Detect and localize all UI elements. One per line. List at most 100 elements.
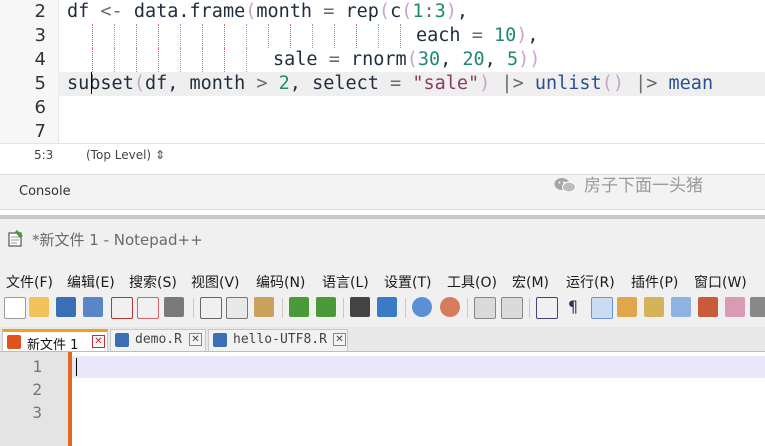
tab-demo-r[interactable]: demo.R ✕	[110, 329, 206, 351]
menu-edit[interactable]: 编辑(E)	[67, 272, 115, 292]
open-folder-icon[interactable]	[29, 297, 49, 317]
doc-list-icon[interactable]	[671, 297, 691, 317]
menu-run[interactable]: 运行(R)	[566, 272, 615, 292]
redo-icon[interactable]	[316, 297, 336, 317]
code-token: ,	[440, 49, 463, 70]
word-wrap-icon[interactable]	[536, 297, 558, 319]
line-number: 3	[32, 403, 42, 422]
code-token: ,	[167, 73, 190, 94]
watermark: 房子下面一头猪	[554, 171, 703, 196]
tab-hello-utf8-r[interactable]: hello-UTF8.R ✕	[208, 329, 348, 351]
cursor-position: 5:3	[34, 148, 54, 162]
line-number: 7	[34, 121, 46, 142]
notepad-editor[interactable]: 1 2 3	[0, 352, 765, 446]
menu-bar: 文件(F) 编辑(E) 搜索(S) 视图(V) 编码(N) 语言(L) 设置(T…	[0, 269, 765, 293]
tab-close-icon[interactable]: ✕	[189, 333, 202, 346]
code-token: rep	[345, 1, 379, 22]
paste-icon[interactable]	[254, 297, 274, 317]
code-token: 10	[493, 25, 517, 46]
print-icon[interactable]	[164, 297, 184, 317]
indent-guide-icon[interactable]	[591, 297, 613, 319]
saved-file-icon	[213, 333, 227, 347]
line-number: 4	[34, 49, 46, 70]
wechat-icon	[554, 177, 576, 193]
code-line-2[interactable]: df <- data.frame(month = rep(c(1:3),	[67, 0, 468, 24]
menu-plugins[interactable]: 插件(P)	[631, 272, 678, 292]
menu-settings[interactable]: 设置(T)	[384, 272, 431, 292]
tab-label: demo.R	[135, 332, 182, 347]
code-token: <-	[100, 1, 123, 22]
udl-icon[interactable]	[617, 297, 637, 317]
toolbar: ¶	[0, 293, 765, 323]
line-number: 2	[32, 380, 42, 399]
code-token: mean	[668, 73, 714, 94]
code-token: >	[245, 73, 279, 94]
find-icon[interactable]	[350, 297, 370, 317]
current-line-highlight	[72, 356, 765, 378]
save-icon[interactable]	[56, 297, 76, 317]
save-all-icon[interactable]	[83, 297, 103, 317]
code-token: 5	[506, 49, 519, 70]
menu-language[interactable]: 语言(L)	[322, 272, 369, 292]
zoom-in-icon[interactable]	[412, 297, 432, 317]
copy-icon[interactable]	[226, 297, 248, 319]
code-token: "sale"	[412, 73, 480, 94]
tab-new-file-1[interactable]: 新文件 1 ✕	[2, 329, 108, 353]
tab-label: 新文件 1	[27, 338, 79, 353]
cut-icon[interactable]	[200, 297, 222, 319]
saved-file-icon	[115, 333, 129, 347]
tab-console[interactable]: Console	[19, 184, 71, 199]
code-token: each	[416, 25, 461, 46]
code-token: unlist	[534, 73, 602, 94]
code-token: ,	[289, 73, 313, 94]
code-token: )	[445, 1, 457, 22]
code-line-4[interactable]: sale = rnorm(30, 20, 5))	[273, 48, 540, 72]
menu-encoding[interactable]: 编码(N)	[256, 272, 305, 292]
code-token: 3	[434, 1, 446, 22]
code-token: select	[312, 73, 379, 94]
menu-file[interactable]: 文件(F)	[6, 272, 53, 292]
tab-close-icon[interactable]: ✕	[92, 335, 105, 348]
code-token: ,	[484, 49, 507, 70]
menu-search[interactable]: 搜索(S)	[129, 272, 177, 292]
code-token: month	[189, 73, 246, 94]
editor-status-bar: 5:3 (Top Level) ⇕	[0, 143, 765, 168]
new-file-icon[interactable]	[4, 297, 26, 319]
scope-arrow-icon: ⇕	[154, 148, 165, 162]
code-line-5[interactable]: subset(df, month > 2, select = "sale") |…	[58, 72, 765, 96]
menu-view[interactable]: 视图(V)	[191, 272, 240, 292]
show-all-chars-icon[interactable]: ¶	[563, 297, 583, 317]
code-token: ,	[456, 1, 469, 22]
zoom-out-icon[interactable]	[440, 297, 460, 317]
folder-workspace-icon[interactable]	[725, 297, 745, 317]
menu-window[interactable]: 窗口(W)	[694, 272, 747, 292]
undo-icon[interactable]	[289, 297, 309, 317]
code-line-3[interactable]: each = 10),	[416, 24, 539, 48]
menu-macro[interactable]: 宏(M)	[512, 272, 549, 292]
code-token: )	[479, 73, 491, 94]
unsaved-file-icon	[7, 335, 21, 349]
source-editor[interactable]: 2 3 4 5 6 7 df <- data.frame(month = rep…	[0, 0, 765, 143]
code-token: subset	[67, 73, 134, 94]
replace-icon[interactable]	[377, 297, 397, 317]
doc-map-icon[interactable]	[644, 297, 664, 317]
code-token: (	[406, 49, 418, 70]
menu-tools[interactable]: 工具(O)	[447, 272, 497, 292]
function-list-icon[interactable]	[698, 297, 718, 317]
monitoring-icon[interactable]	[750, 297, 765, 317]
code-token: ,	[527, 25, 539, 46]
close-all-icon[interactable]	[137, 297, 159, 319]
code-token: df	[67, 1, 101, 22]
code-token: (	[245, 1, 257, 22]
scope-selector[interactable]: (Top Level) ⇕	[86, 148, 165, 162]
code-token: c	[390, 1, 402, 22]
code-token: =	[317, 49, 351, 70]
sync-vertical-icon[interactable]	[474, 297, 496, 319]
code-token: month	[256, 1, 313, 22]
sync-horizontal-icon[interactable]	[501, 297, 523, 319]
close-icon[interactable]	[111, 297, 133, 319]
line-number: 5	[34, 73, 46, 94]
code-token: =	[460, 25, 494, 46]
code-token: =	[378, 73, 413, 94]
tab-close-icon[interactable]: ✕	[333, 333, 346, 346]
